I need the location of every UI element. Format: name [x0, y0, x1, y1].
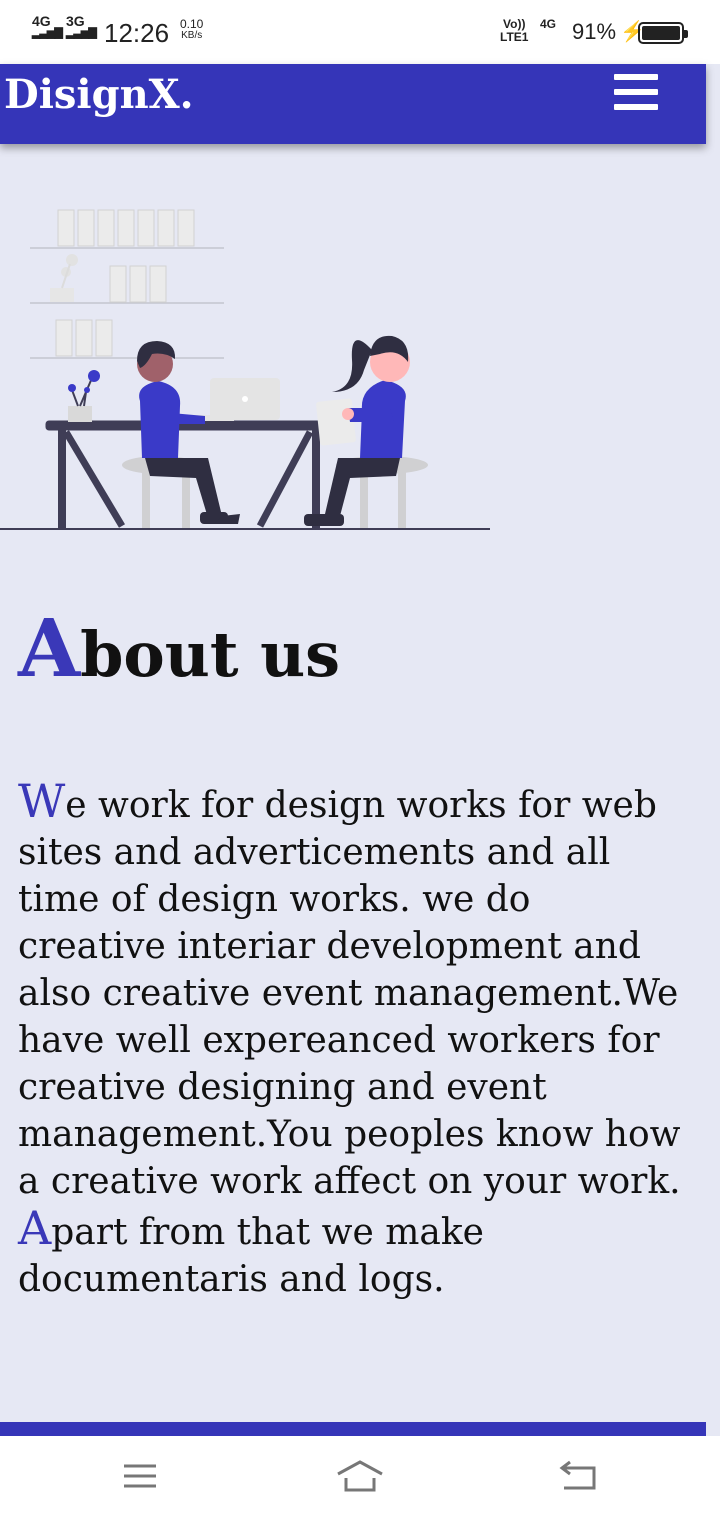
- volte-indicator: Vo)) LTE1: [500, 18, 528, 44]
- about-description: We work for design works for web sites a…: [18, 778, 688, 1303]
- signal-3g-indicator: 3G ▂▃▅▇: [66, 14, 97, 39]
- battery-icon: [638, 22, 688, 44]
- speed-value: 0.10: [180, 17, 204, 31]
- about-title-initial: A: [18, 601, 81, 695]
- back-icon[interactable]: [550, 1456, 610, 1500]
- paragraph-initial: W: [18, 774, 66, 828]
- signal-bars-icon: ▂▃▅▇: [32, 27, 63, 39]
- brand-logo[interactable]: DisignX.: [4, 70, 194, 120]
- recents-icon[interactable]: [110, 1456, 170, 1500]
- home-icon[interactable]: [330, 1456, 390, 1500]
- paragraph-initial: A: [18, 1201, 52, 1255]
- hamburger-menu-icon[interactable]: [614, 74, 660, 114]
- vase-flowers: [68, 370, 100, 422]
- paragraph-text: e work for design works for web sites an…: [18, 785, 681, 1202]
- about-paragraph-2: Apart from that we make documentaris and…: [18, 1205, 688, 1303]
- team-working-illustration: [0, 209, 490, 530]
- laptop: [184, 378, 280, 421]
- lte-label: LTE1: [500, 30, 529, 44]
- signal-4g-indicator: 4G ▂▃▅▇: [32, 14, 63, 39]
- about-paragraph-1: We work for design works for web sites a…: [18, 778, 688, 1205]
- about-title: About us: [18, 600, 340, 703]
- clock: 12:26: [104, 18, 170, 48]
- shelf-jars: [55, 209, 195, 357]
- site-header: DisignX.: [0, 64, 706, 144]
- speed-unit: KB/s: [181, 30, 203, 41]
- paragraph-text: part from that we make documentaris and …: [18, 1212, 484, 1300]
- signal-bars-icon: ▂▃▅▇: [66, 27, 97, 39]
- shelf-plant: [50, 254, 78, 302]
- status-bar: 4G ▂▃▅▇ 3G ▂▃▅▇ 12:26 0.10 KB/s Vo)) LTE…: [0, 0, 720, 64]
- system-nav-bar: [0, 1436, 720, 1520]
- network-speed: 0.10 KB/s: [180, 18, 203, 42]
- footer-strip: [0, 1422, 706, 1436]
- about-title-rest: bout us: [80, 618, 341, 691]
- data-4g-indicator: 4G: [540, 17, 557, 31]
- battery-percent: 91%: [572, 19, 617, 44]
